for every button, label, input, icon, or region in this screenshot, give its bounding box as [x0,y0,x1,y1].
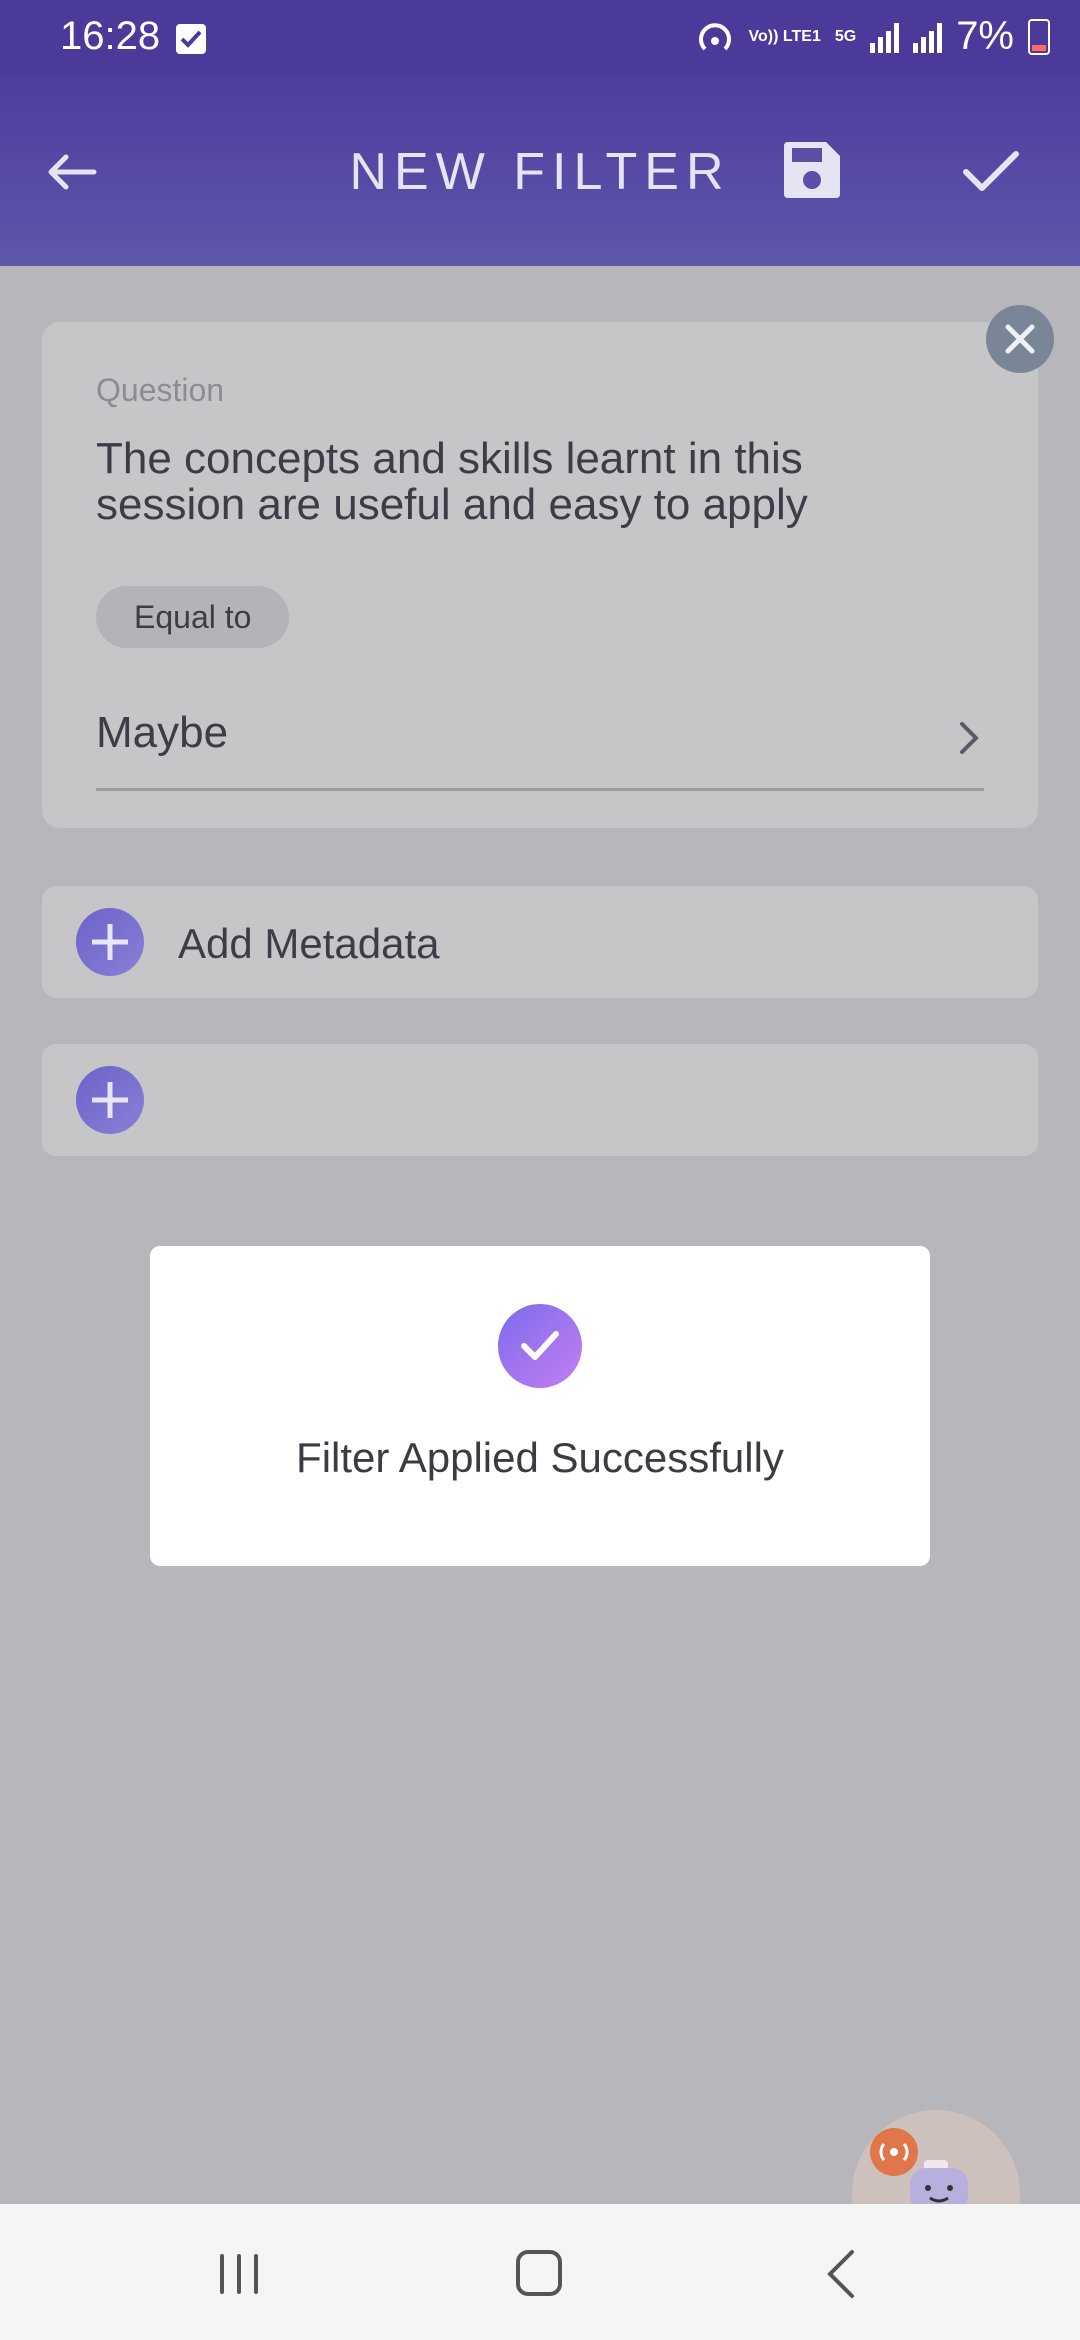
recents-icon[interactable] [216,2252,262,2296]
chevron-right-icon [954,718,984,758]
volte-label: Vo)) LTE1 [748,27,821,45]
answer-value: Maybe [96,708,229,757]
check-icon[interactable] [960,146,1022,198]
add-row[interactable] [42,1044,1038,1156]
main-content: Question The concepts and skills learnt … [0,266,1080,2278]
battery-icon [1028,18,1050,55]
nav-back-icon[interactable] [822,2248,858,2300]
hotspot-icon [698,22,731,50]
plus-icon [76,908,144,976]
question-text: The concepts and skills learnt in this s… [96,434,808,529]
success-check-icon [498,1304,582,1388]
signal-icon [870,21,900,53]
page-title: NEW FILTER [349,143,731,201]
operator-chip[interactable]: Equal to [96,586,290,648]
5g-label: 5G [834,27,857,45]
signal-icon [913,21,943,53]
add-metadata-row[interactable]: Add Metadata [42,886,1038,998]
answer-selector[interactable]: Maybe [96,698,984,791]
question-label: Question [96,372,225,408]
status-bar: 16:28 Vo)) LTE1 5G 7% [0,0,1080,76]
battery-percent: 7% [956,14,1014,58]
plus-icon [76,1066,144,1134]
close-icon[interactable] [986,305,1054,373]
status-time: 16:28 [60,14,161,58]
add-metadata-label: Add Metadata [178,920,440,967]
status-icons: Vo)) LTE1 5G 7% [695,14,1050,59]
dialog-message: Filter Applied Successfully [296,1434,784,1481]
success-dialog: Filter Applied Successfully [150,1246,930,1566]
system-nav-bar [0,2204,1080,2340]
save-icon[interactable] [780,140,842,202]
app-header: NEW FILTER [0,76,1080,266]
home-icon[interactable] [516,2250,562,2296]
checkbox-notification-icon [176,24,206,54]
